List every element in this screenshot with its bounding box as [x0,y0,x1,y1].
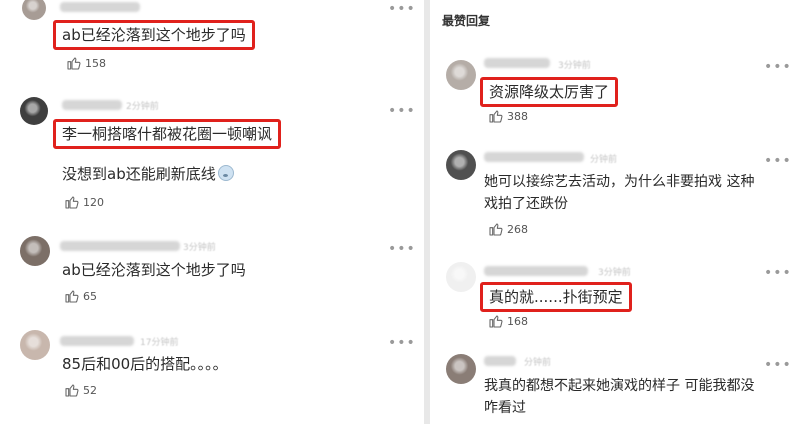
top-replies-panel: 最赞回复 3分钟前 ••• 资源降级太厉害了 388 分钟前 ••• 她可以接综… [430,0,808,424]
avatar[interactable] [20,236,50,266]
timestamp: 分钟前 [590,155,618,165]
comment-text: 她可以接综艺去活动，为什么非要拍戏 这种 [484,174,755,190]
comment-text: ab已经沦落到这个地步了吗 [62,261,246,279]
thumbs-up-icon [66,55,82,71]
avatar[interactable] [446,60,476,90]
timestamp: 3分钟前 [598,268,631,278]
like-count: 158 [85,56,106,70]
like-button[interactable]: 388 [488,108,528,124]
comment-text: 85后和00后的搭配。。。。 [62,355,228,373]
timestamp: 2分钟前 [126,102,159,112]
more-dots-icon[interactable]: ••• [764,358,792,372]
thumbs-up-icon [64,194,80,210]
reply-text: 没想到ab还能刷新底线 [62,164,234,184]
like-button[interactable]: 168 [488,313,528,329]
comment-text: 真的就......扑街预定 [480,282,632,312]
thumbs-up-icon [64,382,80,398]
like-button[interactable]: 268 [488,221,528,237]
section-title: 最赞回复 [442,14,491,28]
fearful-face-emoji-icon [217,165,234,181]
username[interactable] [60,336,134,346]
timestamp: 17分钟前 [140,338,179,348]
username[interactable] [484,266,588,276]
comment-text-continued: 咋看过 [484,400,526,416]
thumbs-up-icon [488,313,504,329]
like-count: 268 [507,222,528,236]
thumbs-up-icon [488,108,504,124]
timestamp: 3分钟前 [183,243,216,253]
timestamp: 3分钟前 [558,61,591,71]
thumbs-up-icon [64,288,80,304]
avatar[interactable] [446,262,476,292]
like-count: 65 [83,289,97,303]
more-dots-icon[interactable]: ••• [764,266,792,280]
more-dots-icon[interactable]: ••• [388,242,416,256]
avatar[interactable] [20,97,48,125]
more-dots-icon[interactable]: ••• [388,336,416,350]
left-comment-panel: ••• ab已经沦落到这个地步了吗 158 2分钟前 ••• 李一桐搭喀什都被花… [0,0,424,424]
username[interactable] [484,356,516,366]
like-count: 388 [507,109,528,123]
username[interactable] [484,152,584,162]
comment-text-continued: 戏拍了还跌份 [484,196,568,212]
like-button[interactable]: 158 [66,55,106,71]
username[interactable] [60,241,180,251]
more-dots-icon[interactable]: ••• [764,60,792,74]
avatar[interactable] [22,0,46,20]
like-count: 120 [83,195,104,209]
timestamp: 分钟前 [524,358,552,368]
comment-text: ab已经沦落到这个地步了吗 [53,20,255,50]
username[interactable] [484,58,550,68]
more-dots-icon[interactable]: ••• [764,154,792,168]
more-dots-icon[interactable]: ••• [388,104,416,118]
avatar[interactable] [446,354,476,384]
avatar[interactable] [20,330,50,360]
like-button[interactable]: 52 [64,382,97,398]
avatar[interactable] [446,150,476,180]
comment-text: 李一桐搭喀什都被花圈一顿嘲讽 [53,119,282,149]
comment-text: 资源降级太厉害了 [480,77,619,107]
comment-text: 我真的都想不起来她演戏的样子 可能我都没 [484,378,755,394]
more-dots-icon[interactable]: ••• [388,2,416,16]
username[interactable] [60,2,140,12]
like-button[interactable]: 120 [64,194,104,210]
like-count: 52 [83,383,97,397]
like-count: 168 [507,314,528,328]
username[interactable] [62,100,122,110]
like-button[interactable]: 65 [64,288,97,304]
thumbs-up-icon [488,221,504,237]
